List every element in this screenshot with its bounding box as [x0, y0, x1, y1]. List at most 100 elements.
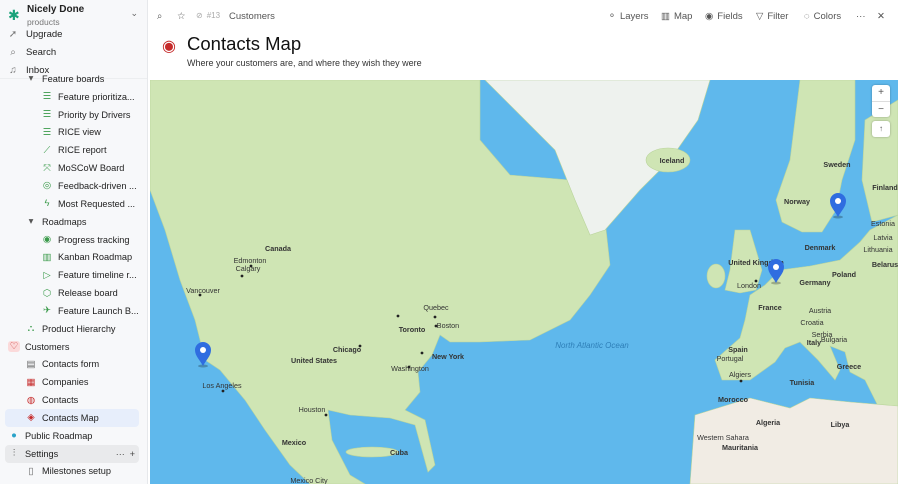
sidebar-item-rice-view[interactable]: ☰ RICE view	[5, 124, 139, 142]
package-icon: ⬡	[42, 287, 52, 299]
caret-down-icon[interactable]: ▾	[25, 73, 37, 84]
map-label-north-atlantic-ocean: North Atlantic Ocean	[555, 341, 629, 350]
zoom-in-button[interactable]: +	[872, 85, 890, 101]
nav-label: Search	[26, 47, 57, 58]
city-dot	[407, 365, 411, 369]
star-icon[interactable]: ☆	[177, 11, 186, 22]
sidebar-item-label: Progress tracking	[58, 234, 130, 245]
settings-actions: ··· +	[116, 449, 135, 459]
more-button[interactable]: ···	[116, 449, 125, 459]
compass-button[interactable]: ↑	[872, 121, 890, 137]
add-button[interactable]: +	[130, 449, 135, 459]
search-icon[interactable]: ⌕	[157, 11, 162, 22]
city-dot	[433, 315, 437, 319]
map-pin-icon[interactable]	[195, 342, 211, 368]
sidebar-item-companies[interactable]: ▦ Companies	[5, 373, 139, 391]
record-link[interactable]: ⊘ #13	[196, 11, 220, 20]
sidebar-item-customers[interactable]: ♡ Customers	[5, 338, 139, 356]
sidebar-item-contacts[interactable]: ◍ Contacts	[5, 391, 139, 409]
map-pin-icon: ◈	[27, 412, 35, 424]
more-button[interactable]: ···	[856, 11, 866, 22]
sidebar-item-public-roadmap[interactable]: ● Public Roadmap	[5, 427, 139, 445]
sidebar-item-progress-tracking[interactable]: ◉ Progress tracking	[5, 231, 139, 249]
sidebar-item-most-requested[interactable]: ϟ Most Requested ...	[5, 195, 139, 213]
breadcrumb[interactable]: Customers	[229, 11, 275, 22]
sidebar-item-rice-report[interactable]: ⟋ RICE report	[5, 141, 139, 159]
sidebar-item-release-board[interactable]: ⬡ Release board	[5, 284, 139, 302]
close-button[interactable]: ✕	[877, 11, 885, 22]
nav-search[interactable]: ⌕ Search	[6, 44, 140, 61]
zoom-out-button[interactable]: −	[872, 101, 890, 117]
map-button[interactable]: ▥ Map	[661, 11, 692, 22]
map-label-belarus: Belarus	[872, 260, 898, 269]
sidebar-item-label: Public Roadmap	[25, 430, 93, 441]
map-label-norway: Norway	[784, 197, 810, 206]
city-dot	[739, 379, 743, 383]
map-label-spain: Spain	[728, 345, 748, 354]
record-id: #13	[206, 11, 221, 20]
colors-button[interactable]: ◌ Colors	[804, 11, 841, 22]
form-icon: ▤	[26, 358, 36, 370]
sidebar-item-feature-prioritiza[interactable]: ☰ Feature prioritiza...	[5, 88, 139, 106]
nav-label: Upgrade	[26, 29, 63, 40]
map-canvas[interactable]: Iceland Sweden Finland Norway Estonia Latvia L…	[150, 80, 898, 484]
sidebar-item-label: Kanban Roadmap	[58, 252, 133, 263]
map-label-mexico: Mexico	[282, 438, 307, 447]
sidebar-item-contacts-form[interactable]: ▤ Contacts form	[5, 356, 139, 374]
building-icon: ▦	[26, 376, 36, 388]
map-label-tunisia: Tunisia	[790, 378, 816, 387]
map-label-croatia: Croatia	[800, 318, 823, 327]
sidebar-item-feedback-driven[interactable]: ◎ Feedback-driven ...	[5, 177, 139, 195]
city-dot	[434, 324, 438, 328]
colors-label: Colors	[813, 11, 842, 22]
filter-icon: ▽	[756, 11, 764, 22]
sidebar-item-label: Contacts	[42, 395, 79, 406]
sidebar-item-moscow-board[interactable]: ⤧ MoSCoW Board	[5, 159, 139, 177]
chevron-down-icon[interactable]: ⌄	[130, 8, 138, 19]
sidebar-item-kanban-roadmap[interactable]: ▥ Kanban Roadmap	[5, 248, 139, 266]
map-label-lithuania: Lithuania	[863, 245, 892, 254]
map-label-morocco: Morocco	[718, 395, 749, 404]
map-label-toronto: Toronto	[399, 325, 426, 334]
sidebar-item-priority-by-drivers[interactable]: ☰ Priority by Drivers	[5, 106, 139, 124]
map-label-libya: Libya	[831, 420, 851, 429]
sidebar-item-label: Feedback-driven ...	[58, 180, 137, 191]
map-label-united-states: United States	[291, 356, 337, 365]
hierarchy-icon: ⛬	[27, 323, 35, 335]
sidebar-item-settings[interactable]: ⫶ Settings ··· +	[5, 444, 139, 463]
finland-landmass	[861, 99, 898, 223]
sidebar-item-label: Most Requested ...	[58, 198, 136, 209]
sidebar-item-feature-launch-b[interactable]: ✈ Feature Launch B...	[5, 302, 139, 320]
map-label-boston: Boston	[437, 321, 459, 330]
caret-down-icon[interactable]: ▾	[25, 216, 37, 227]
sidebar-item-product-hierarchy[interactable]: ⛬ Product Hierarchy	[5, 320, 139, 338]
filter-button[interactable]: ▽ Filter	[756, 11, 788, 22]
map-label-algeria: Algeria	[756, 418, 781, 427]
map-label-chicago: Chicago	[333, 345, 362, 354]
sidebar-item-label: Contacts Map	[42, 412, 99, 423]
north-america-landmass	[150, 80, 611, 484]
map-view[interactable]: Iceland Sweden Finland Norway Estonia Latvia L…	[150, 80, 898, 484]
timeline-icon: ▷	[43, 269, 51, 281]
nav-upgrade[interactable]: ➚ Upgrade	[6, 26, 140, 43]
map-label: Map	[673, 11, 693, 22]
sidebar-item-contacts-map[interactable]: ◈ Contacts Map	[5, 409, 139, 427]
sidebar-item-feature-timeline-r[interactable]: ▷ Feature timeline r...	[5, 266, 139, 284]
fields-button[interactable]: ◉ Fields	[705, 11, 743, 22]
layers-label: Layers	[619, 11, 649, 22]
workspace-name: Nicely Done	[27, 4, 85, 15]
map-icon: ▥	[661, 11, 670, 22]
map-label-italy: Italy	[807, 338, 821, 347]
numbered-list-icon: ☰	[42, 91, 52, 103]
layers-button[interactable]: ⚬ Layers	[608, 11, 648, 22]
sidebar-item-milestones-setup[interactable]: ▯ Milestones setup	[5, 463, 139, 481]
map-label-mexico-city: Mexico City	[290, 476, 328, 484]
eye-icon: ◉	[42, 234, 52, 246]
map-label-iceland: Iceland	[660, 156, 685, 165]
sidebar-item-label: MoSCoW Board	[58, 163, 125, 174]
sidebar-item-feature-boards[interactable]: ▾ Feature boards	[5, 70, 139, 88]
map-label-portugal: Portugal	[717, 354, 744, 363]
workspace-logo-icon: ✱	[8, 7, 20, 23]
sidebar-item-roadmaps[interactable]: ▾ Roadmaps	[5, 213, 139, 231]
map-label-denmark: Denmark	[805, 243, 836, 252]
